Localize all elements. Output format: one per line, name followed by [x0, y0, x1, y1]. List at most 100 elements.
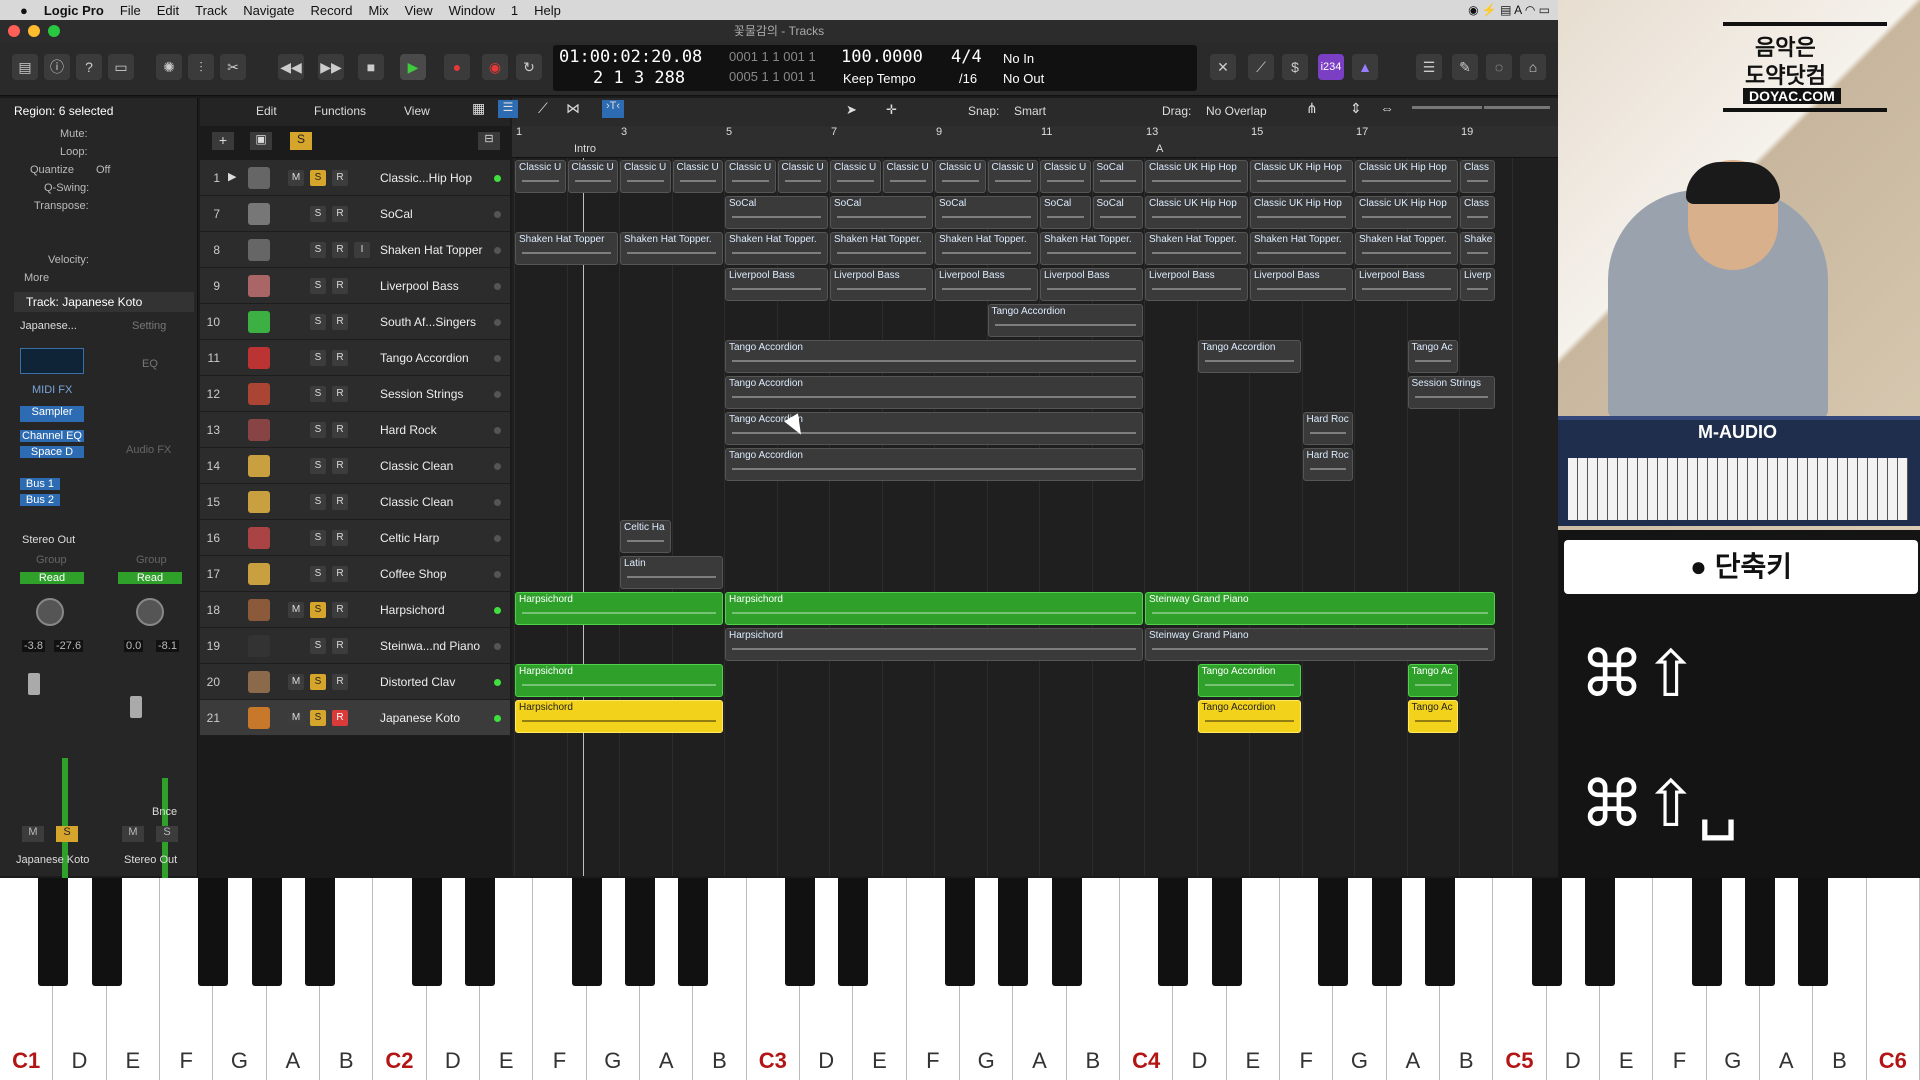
region[interactable]: Classic UK Hip Hop: [1355, 160, 1458, 193]
record-enable-button[interactable]: R: [332, 602, 348, 618]
status-icons[interactable]: ◉ ⚡ ▤ A ◠ ▭: [1468, 3, 1550, 17]
track-row[interactable]: 19 S R Steinwa...nd Piano: [200, 628, 510, 664]
menu-help[interactable]: Help: [534, 3, 561, 18]
menu-file[interactable]: File: [120, 3, 141, 18]
region[interactable]: Harpsichord: [515, 592, 723, 625]
solo-button[interactable]: S: [310, 386, 326, 402]
region[interactable]: Liverpool Bass: [1250, 268, 1353, 301]
solo-button[interactable]: S: [310, 458, 326, 474]
fader-1[interactable]: [28, 673, 40, 695]
track-row[interactable]: 14 S R Classic Clean: [200, 448, 510, 484]
menu-edit[interactable]: Edit: [157, 3, 179, 18]
region[interactable]: Classic U: [567, 160, 618, 193]
region[interactable]: Shaken Hat Topper.: [935, 232, 1038, 265]
region[interactable]: Liverpool Bass: [830, 268, 933, 301]
region-header[interactable]: Region: 6 selected: [14, 104, 113, 118]
apple-icon[interactable]: ●: [20, 3, 28, 18]
track-name[interactable]: Classic Clean: [380, 495, 453, 509]
rewind-button[interactable]: ◀◀: [278, 54, 304, 80]
marker-a[interactable]: A: [1156, 143, 1163, 155]
pan-knob-2[interactable]: [136, 598, 164, 626]
solo-button[interactable]: S: [310, 674, 326, 690]
menu-window[interactable]: Window: [449, 3, 495, 18]
track-header[interactable]: Track: Japanese Koto: [14, 292, 194, 312]
record-enable-button[interactable]: R: [332, 674, 348, 690]
mixer-button[interactable]: ⫶: [188, 54, 214, 80]
record-enable-button[interactable]: R: [332, 170, 348, 186]
region[interactable]: Tango Accordion: [1197, 700, 1301, 733]
record-enable-button[interactable]: R: [332, 710, 348, 726]
track-name[interactable]: Celtic Harp: [380, 531, 439, 545]
track-row[interactable]: 10 S R South Af...Singers: [200, 304, 510, 340]
menu-1[interactable]: 1: [511, 3, 518, 18]
region[interactable]: Classic U: [515, 160, 566, 193]
solo-button[interactable]: S: [310, 170, 326, 186]
region[interactable]: Tango Ac: [1407, 664, 1458, 697]
inspector-button[interactable]: ⓘ: [44, 54, 70, 80]
fader-2[interactable]: [130, 696, 142, 718]
track-name[interactable]: Classic Clean: [380, 459, 453, 473]
zoom-slider-h[interactable]: [1484, 106, 1550, 109]
library-button[interactable]: ▤: [12, 54, 38, 80]
region[interactable]: Liverpool Bass: [1040, 268, 1143, 301]
record-enable-button[interactable]: R: [332, 566, 348, 582]
arrange-area[interactable]: Classic U Classic U Classic U Classic U Clas…: [512, 158, 1558, 876]
drag-select[interactable]: No Overlap: [1206, 104, 1267, 118]
track-name[interactable]: Japanese Koto: [380, 711, 460, 725]
solo-button[interactable]: S: [310, 278, 326, 294]
menu-mix[interactable]: Mix: [368, 3, 388, 18]
region[interactable]: Session Strings: [1407, 376, 1495, 409]
track-row[interactable]: 20 M S R Distorted Clav: [200, 664, 510, 700]
smart-controls-button[interactable]: ✺: [156, 54, 182, 80]
region[interactable]: Tango Accordion: [725, 448, 1143, 481]
record-enable-button[interactable]: R: [332, 242, 348, 258]
region[interactable]: Hard Roc: [1302, 448, 1353, 481]
region[interactable]: Classic UK Hip Hop: [1250, 196, 1353, 229]
lcd-display[interactable]: 01:00:02:20.08 2 1 3 288 0001 1 1 001 1 …: [553, 45, 1197, 91]
region[interactable]: Tango Accordion: [1197, 664, 1301, 697]
record-button[interactable]: ●: [444, 54, 470, 80]
solo-button[interactable]: S: [310, 422, 326, 438]
track-row[interactable]: 15 S R Classic Clean: [200, 484, 510, 520]
region[interactable]: Classic U: [620, 160, 671, 193]
mute-button[interactable]: M: [288, 170, 304, 186]
region[interactable]: Liverpool Bass: [1145, 268, 1248, 301]
region[interactable]: Classic U: [987, 160, 1038, 193]
region[interactable]: Shaken Hat Topper.: [1250, 232, 1353, 265]
bar-ruler[interactable]: 1 3 5 7 9 11 13 15 17 19 Intro A: [512, 126, 1558, 158]
record-enable-button[interactable]: R: [332, 494, 348, 510]
menu-track[interactable]: Track: [195, 3, 227, 18]
arrange-edit-menu[interactable]: Edit: [256, 104, 277, 118]
add-track-button[interactable]: +: [212, 132, 234, 150]
record-enable-button[interactable]: R: [332, 638, 348, 654]
track-name[interactable]: Shaken Hat Topper: [380, 243, 483, 257]
region[interactable]: SoCal: [1092, 160, 1143, 193]
region[interactable]: Liverpool Bass: [1355, 268, 1458, 301]
region[interactable]: Tango Accordion: [725, 376, 1143, 409]
record-enable-button[interactable]: R: [332, 350, 348, 366]
more-disclosure[interactable]: More: [24, 272, 49, 284]
record-enable-button[interactable]: R: [332, 530, 348, 546]
region[interactable]: Steinway Grand Piano: [1145, 592, 1495, 625]
solo-button[interactable]: S: [310, 566, 326, 582]
track-row[interactable]: 1 ▶ M S R Classic...Hip Hop: [200, 160, 510, 196]
mute-button-2[interactable]: M: [122, 826, 144, 842]
solo-button[interactable]: S: [310, 710, 326, 726]
track-row[interactable]: 8 S R I Shaken Hat Topper: [200, 232, 510, 268]
pan-knob-1[interactable]: [36, 598, 64, 626]
space-d-slot[interactable]: Space D: [20, 446, 84, 458]
cycle-button[interactable]: ↻: [516, 54, 542, 80]
fast-forward-button[interactable]: ▶▶: [318, 54, 344, 80]
grid-view-icon[interactable]: ▦: [472, 100, 485, 117]
bus1-send[interactable]: Bus 1: [20, 478, 60, 490]
tuner-button[interactable]: ⟋: [1248, 54, 1274, 80]
mute-button[interactable]: M: [288, 674, 304, 690]
minimize-window-button[interactable]: [28, 25, 40, 37]
mute-button-1[interactable]: M: [22, 826, 44, 842]
region[interactable]: SoCal: [725, 196, 828, 229]
solo-button[interactable]: S: [310, 530, 326, 546]
region[interactable]: Harpsichord: [725, 628, 1143, 661]
record-enable-button[interactable]: R: [332, 206, 348, 222]
mute-button[interactable]: M: [288, 710, 304, 726]
region[interactable]: Harpsichord: [725, 592, 1143, 625]
